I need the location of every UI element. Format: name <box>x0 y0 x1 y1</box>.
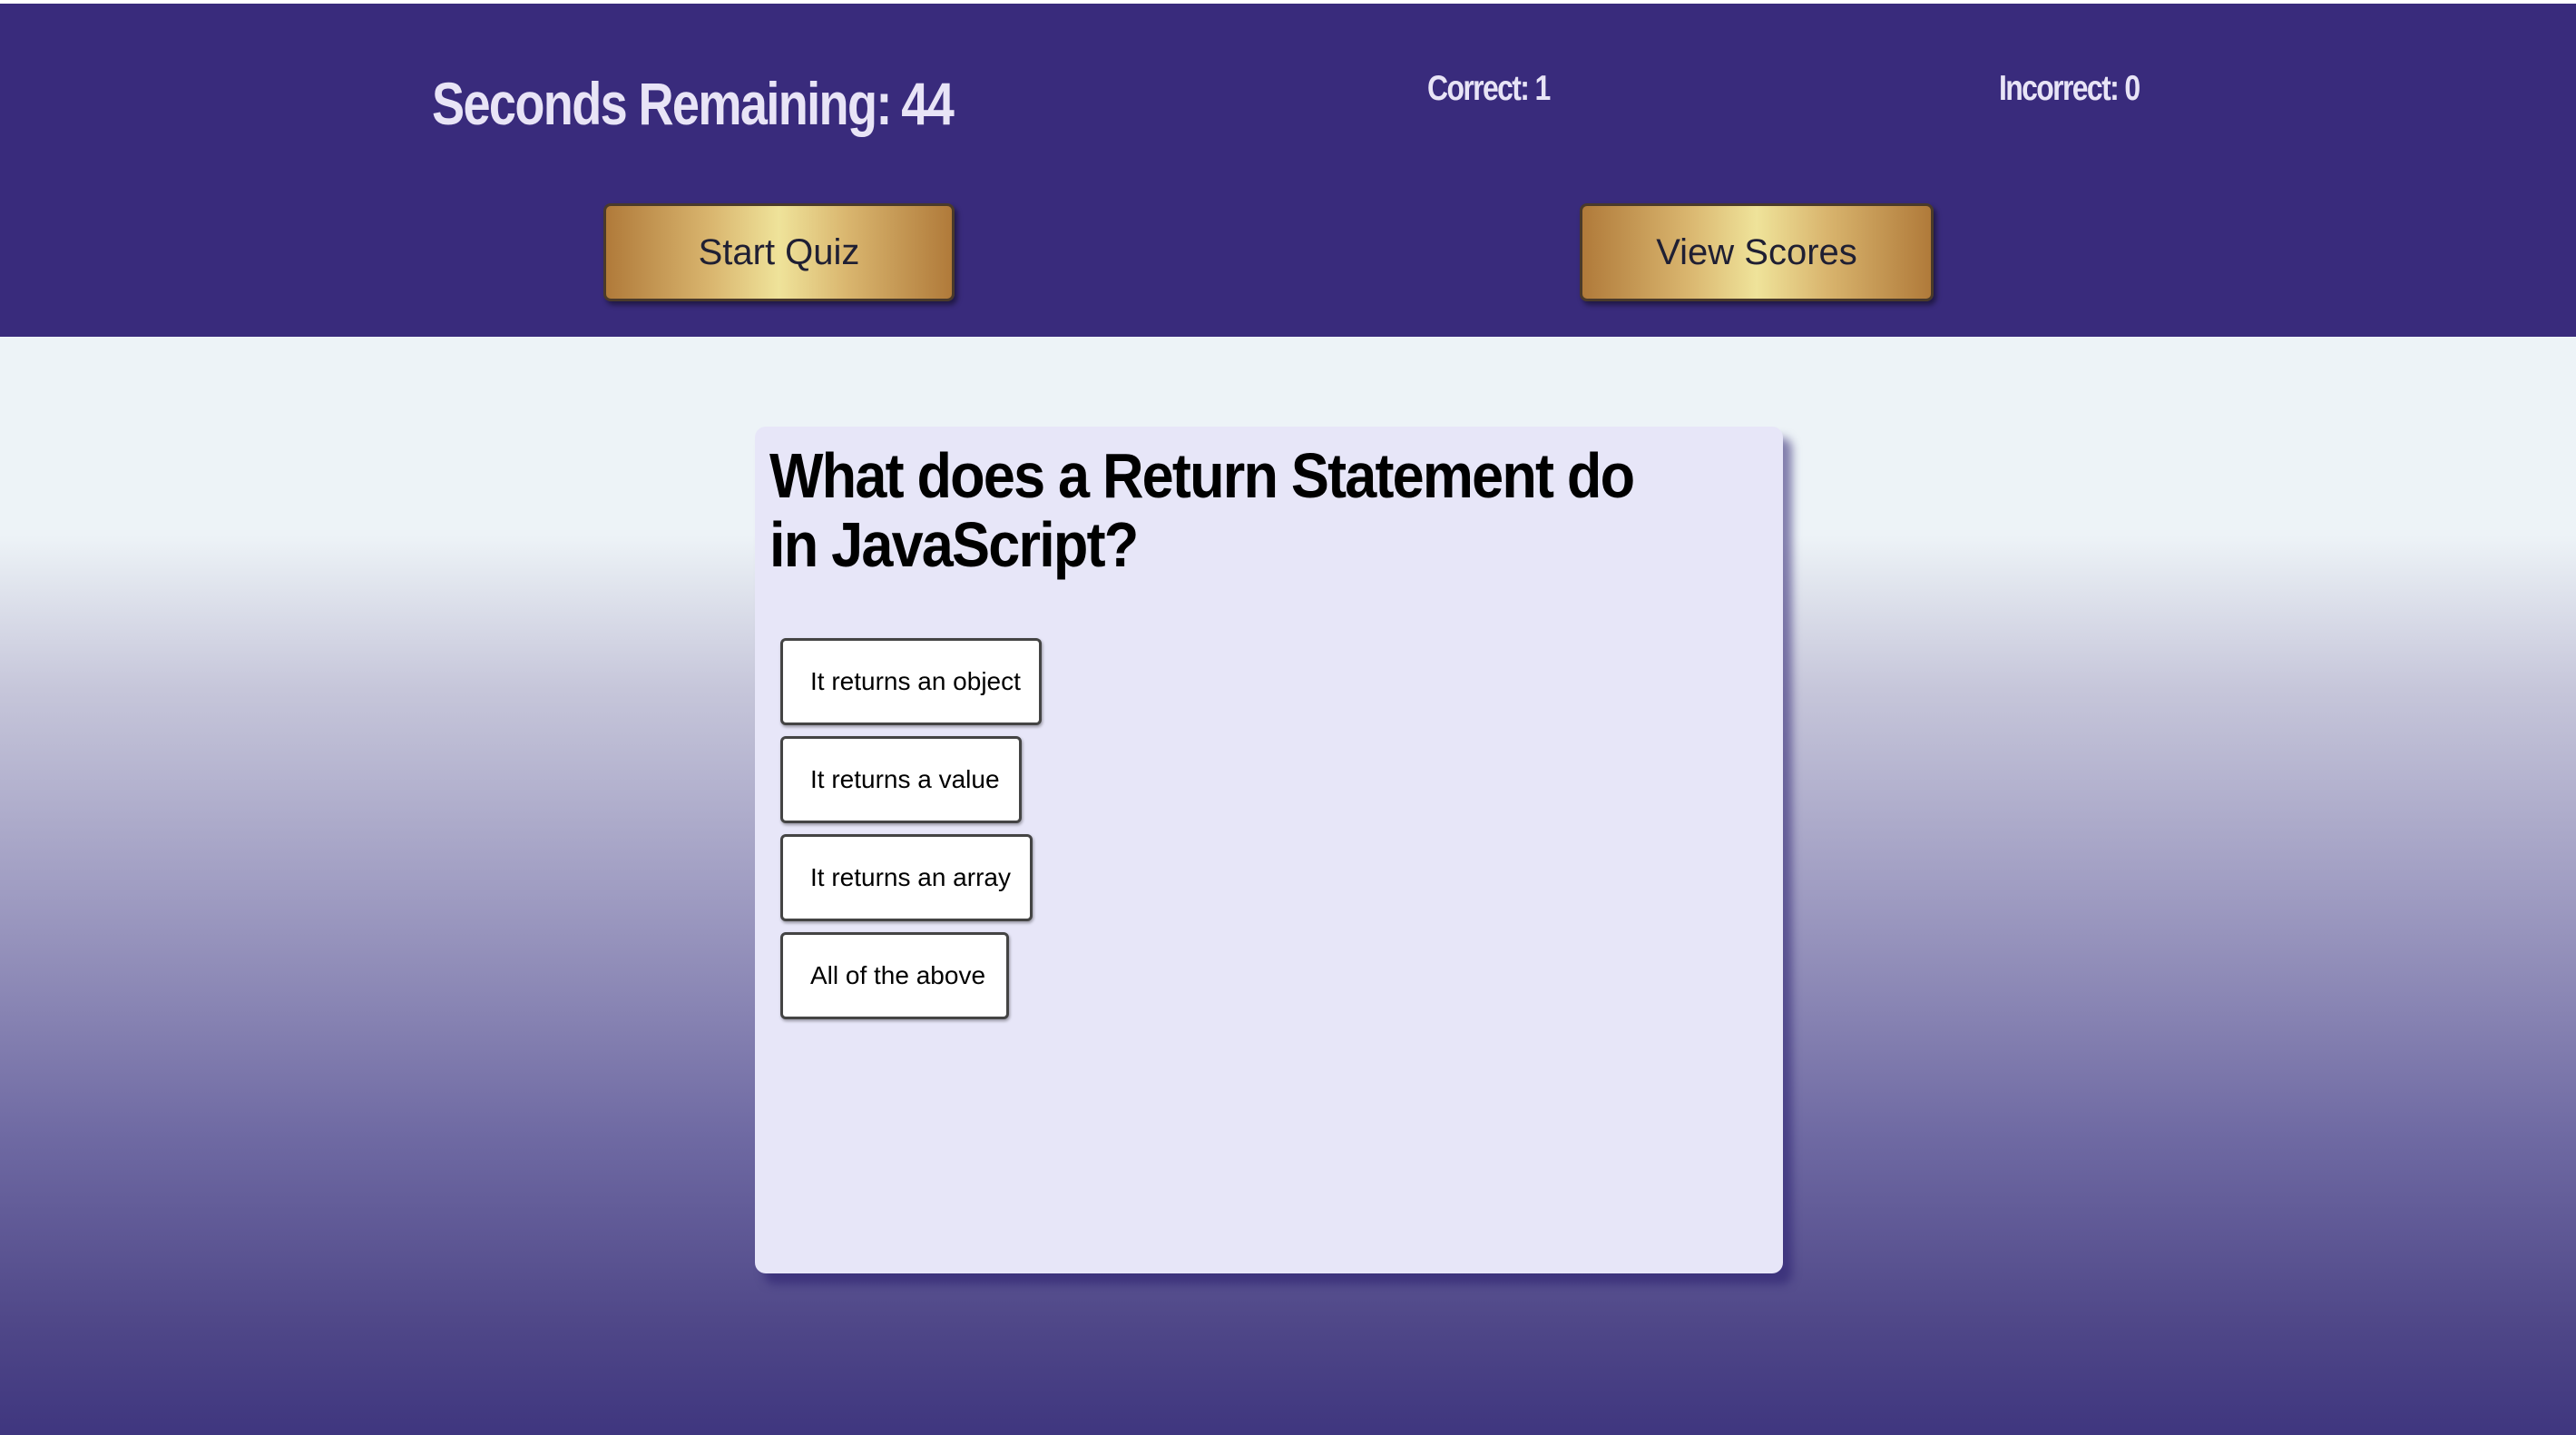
answer-button-1[interactable]: It returns an object <box>780 638 1042 725</box>
incorrect-count: Incorrect: 0 <box>1999 69 2140 108</box>
start-quiz-button[interactable]: Start Quiz <box>603 203 955 301</box>
timer-value: 44 <box>901 70 955 137</box>
question-card: What does a Return Statement do in JavaS… <box>755 427 1783 1273</box>
question-text: What does a Return Statement do in JavaS… <box>769 440 1635 580</box>
view-scores-button[interactable]: View Scores <box>1580 203 1934 301</box>
header-bar: Seconds Remaining: 44 Correct: 1 Incorrec… <box>0 0 2576 337</box>
answer-button-4[interactable]: All of the above <box>780 932 1009 1019</box>
timer-label: Seconds Remaining: <box>432 70 892 137</box>
correct-count: Correct: 1 <box>1427 69 1551 108</box>
answer-button-3[interactable]: It returns an array <box>780 834 1033 921</box>
answer-button-2[interactable]: It returns a value <box>780 736 1022 823</box>
timer-display: Seconds Remaining: 44 <box>432 69 955 138</box>
